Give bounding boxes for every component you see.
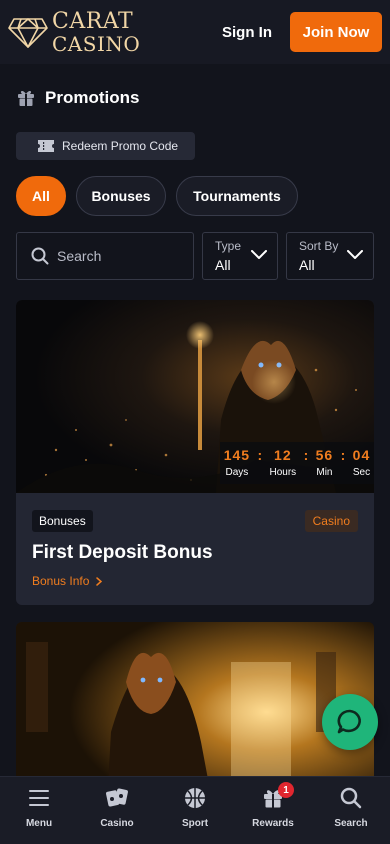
top-header: CARAT CASINO Sign In Join Now — [0, 0, 390, 64]
filter-chips: All Bonuses Tournaments — [16, 176, 298, 216]
nav-casino-label: Casino — [100, 818, 134, 829]
diamond-logo-icon — [8, 18, 48, 48]
nav-sport-label: Sport — [181, 818, 209, 829]
live-chat-button[interactable] — [322, 694, 378, 750]
nav-rewards[interactable]: 1 Rewards — [238, 782, 308, 829]
nav-menu-label: Menu — [25, 818, 53, 829]
nav-search-label: Search — [334, 818, 368, 829]
type-select-value: All — [215, 257, 231, 273]
rewards-notification-badge: 1 — [278, 782, 294, 798]
chevron-down-icon — [347, 250, 363, 259]
chevron-down-icon — [251, 250, 267, 259]
nav-menu[interactable]: Menu — [4, 786, 74, 829]
sort-by-select[interactable]: Sort By All — [286, 232, 374, 280]
search-input[interactable] — [57, 248, 177, 264]
timer-seconds: 04 — [352, 447, 371, 463]
chip-bonuses[interactable]: Bonuses — [76, 176, 166, 216]
page-title-text: Promotions — [45, 88, 140, 107]
casino-tag-badge: Casino — [304, 510, 358, 532]
search-icon — [31, 247, 49, 265]
promotion-title: First Deposit Bonus — [32, 542, 213, 563]
gift-icon — [18, 90, 34, 106]
chat-bubble-icon — [337, 709, 361, 734]
timer-separator: : — [340, 447, 346, 463]
timer-days-label: Days — [225, 467, 249, 478]
join-now-button[interactable]: Join Now — [290, 12, 382, 52]
redeem-label: Redeem Promo Code — [62, 139, 179, 153]
timer-minutes-label: Min — [316, 467, 333, 478]
bonus-info-link[interactable]: Bonus Info — [32, 574, 103, 588]
ball-icon — [185, 788, 205, 808]
redeem-promo-code-button[interactable]: Redeem Promo Code — [16, 132, 195, 160]
nav-sport[interactable]: Sport — [160, 786, 230, 829]
carat-casino-logo[interactable]: CARAT CASINO — [8, 8, 141, 56]
cards-icon — [106, 788, 128, 807]
type-select-label: Type — [215, 239, 242, 253]
chip-all[interactable]: All — [16, 176, 66, 216]
sign-in-button[interactable]: Sign In — [222, 24, 272, 41]
chip-tournaments[interactable]: Tournaments — [176, 176, 298, 216]
timer-minutes: 56 — [315, 447, 334, 463]
search-icon — [340, 787, 362, 809]
page-title: Promotions — [17, 88, 139, 108]
menu-icon — [29, 790, 49, 806]
type-select[interactable]: Type All — [202, 232, 278, 280]
bottom-navigation: Menu Casino Sport 1 Rewards Search — [0, 776, 390, 844]
ticket-icon — [38, 140, 54, 152]
category-badge: Bonuses — [32, 510, 93, 532]
logo-line1: CARAT — [52, 8, 134, 34]
nav-search[interactable]: Search — [316, 786, 386, 829]
promotion-card[interactable]: 145 Days : 12 Hours : 56 Min : 04 Sec Bo… — [16, 300, 374, 605]
timer-days: 145 — [223, 447, 251, 463]
timer-separator: : — [257, 447, 263, 463]
chevron-right-icon — [96, 576, 103, 586]
countdown-timer: 145 Days : 12 Hours : 56 Min : 04 Sec — [220, 442, 374, 484]
nav-casino[interactable]: Casino — [82, 786, 152, 829]
bonus-info-label: Bonus Info — [32, 574, 90, 588]
timer-separator: : — [303, 447, 309, 463]
search-field[interactable] — [16, 232, 194, 280]
timer-seconds-label: Sec — [352, 467, 371, 478]
logo-line2: CASINO — [52, 31, 141, 56]
nav-rewards-label: Rewards — [252, 818, 294, 829]
timer-hours-label: Hours — [269, 467, 297, 478]
timer-hours: 12 — [274, 447, 292, 463]
